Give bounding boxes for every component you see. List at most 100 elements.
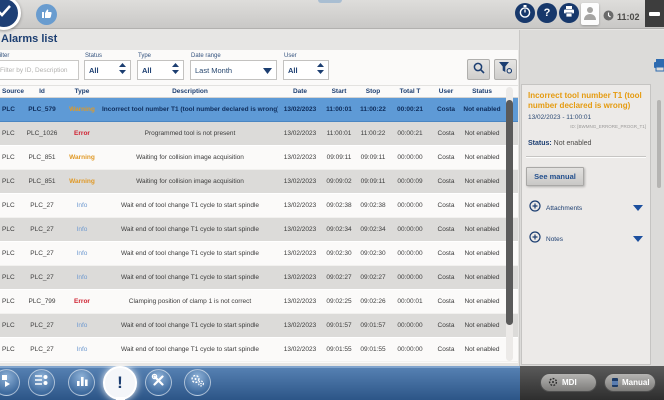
cell-start: 09:02:30 [322,250,356,257]
confirm-button[interactable] [0,0,21,30]
cell-type: Info [62,202,102,209]
attachments-accordion[interactable]: Attachments [529,199,643,217]
search-icon [473,61,485,79]
alarm-row[interactable]: PLC PLC_1026 Error Programmed tool is no… [0,122,518,146]
bottom-nav-bar: ! MDI Manual [0,366,664,400]
alarm-row[interactable]: PLC PLC_799 Error Clamping position of c… [0,290,518,314]
manual-mode-button[interactable]: Manual [604,373,656,392]
nav-alarms-button[interactable]: ! [103,366,137,400]
status-filter-label: Status [85,53,102,59]
exclamation-icon: ! [117,373,123,393]
cell-total: 00:00:09 [390,178,430,185]
nav-statistics-button[interactable] [68,369,95,396]
alarm-row[interactable]: PLC PLC_851 Warning Waiting for collisio… [0,170,518,194]
print-button[interactable] [559,3,579,23]
help-button[interactable]: ? [537,3,557,23]
alarm-row[interactable]: PLC PLC_851 Warning Waiting for collisio… [0,146,518,170]
cell-user: Costa [430,274,462,281]
cell-total: 00:00:00 [390,154,430,161]
user-filter-select[interactable]: All [283,60,329,80]
mdi-mode-button[interactable]: MDI [540,373,597,392]
cell-start: 09:02:27 [322,274,356,281]
cell-total: 00:00:00 [390,226,430,233]
col-total: Total T [390,88,430,95]
cell-total: 00:00:00 [390,346,430,353]
question-icon: ? [544,7,551,19]
manual-mode-icon [612,378,618,387]
cell-description: Waiting for collision image acquisition [102,178,278,185]
approve-button[interactable] [36,4,57,25]
nav-programs-button[interactable] [28,369,55,396]
timer-button[interactable] [515,3,535,23]
chevron-down-icon [633,236,643,242]
alarm-row[interactable]: PLC PLC_27 Info Wait end of tool change … [0,266,518,290]
cell-source: PLC [0,178,22,185]
status-filter-select[interactable]: All [84,60,131,80]
cell-description: Incorrect tool number T1 (tool number de… [102,106,278,113]
window-menu-button[interactable] [645,0,664,27]
page-title: Alarms list [1,33,57,45]
alarm-row[interactable]: PLC PLC_27 Info Wait end of tool change … [0,194,518,218]
cell-status: Not enabled [462,154,502,161]
cell-source: PLC [0,130,22,137]
cell-date: 13/02/2023 [278,250,322,257]
cell-start: 09:02:25 [322,298,356,305]
nav-settings-button[interactable] [184,369,211,396]
search-button[interactable] [467,59,490,80]
see-manual-button[interactable]: See manual [526,167,584,186]
spinner-arrows-icon [119,61,126,79]
filter-settings-button[interactable] [494,59,517,80]
cell-status: Not enabled [462,274,502,281]
cell-start: 11:00:01 [322,106,356,113]
cell-total: 00:00:00 [390,250,430,257]
table-scrollbar-thumb[interactable] [506,100,513,325]
printer-icon [563,6,575,20]
cell-start: 09:01:57 [322,322,356,329]
manual-label: Manual [622,378,650,387]
spinner-arrows-icon [172,61,179,79]
cell-user: Costa [430,130,462,137]
cell-total: 00:00:00 [390,202,430,209]
cell-stop: 09:02:38 [356,202,390,209]
cell-description: Wait end of tool change T1 cycle to star… [102,250,278,257]
cell-total: 00:00:00 [390,322,430,329]
type-filter-label: Type [138,53,151,59]
alarm-row[interactable]: PLC PLC_27 Info Wait end of tool change … [0,314,518,338]
cell-date: 13/02/2023 [278,154,322,161]
wrench-screwdriver-icon [151,373,166,393]
user-avatar[interactable] [581,3,599,25]
funnel-icon [499,61,512,79]
details-scrollbar-thumb[interactable] [657,100,661,188]
cell-type: Info [62,274,102,281]
circle-plus-icon [529,230,541,248]
type-filter-select[interactable]: All [137,60,184,80]
cell-description: Wait end of tool change T1 cycle to star… [102,202,278,209]
chevron-down-icon [633,205,643,211]
cell-status: Not enabled [462,106,502,113]
nav-tools-button[interactable] [145,369,172,396]
col-start: Start [322,88,356,95]
cell-source: PLC [0,346,22,353]
cell-stop: 11:00:22 [356,130,390,137]
cell-description: Programmed tool is not present [102,130,278,137]
person-icon [583,4,597,25]
alarm-row[interactable]: PLC PLC_27 Info Wait end of tool change … [0,242,518,266]
cell-start: 09:02:34 [322,226,356,233]
search-input[interactable] [0,60,79,80]
cell-stop: 09:02:27 [356,274,390,281]
date-range-select[interactable]: Last Month [190,60,277,80]
notes-accordion[interactable]: Notes [529,230,643,248]
cell-stop: 09:01:55 [356,346,390,353]
cell-source: PLC [0,250,22,257]
cell-id: PLC_27 [22,274,62,281]
cell-total: 00:00:00 [390,274,430,281]
alarm-row[interactable]: PLC PLC_27 Info Wait end of tool change … [0,338,518,362]
mdi-gear-icon [548,377,558,389]
cell-id: PLC_27 [22,322,62,329]
alarm-row[interactable]: PLC PLC_27 Info Wait end of tool change … [0,218,518,242]
export-button[interactable] [653,58,664,72]
alarm-status: Status: Not enabled [528,140,644,147]
cell-type: Info [62,226,102,233]
cell-user: Costa [430,154,462,161]
alarm-row[interactable]: PLC PLC_579 Warning Incorrect tool numbe… [0,98,518,122]
